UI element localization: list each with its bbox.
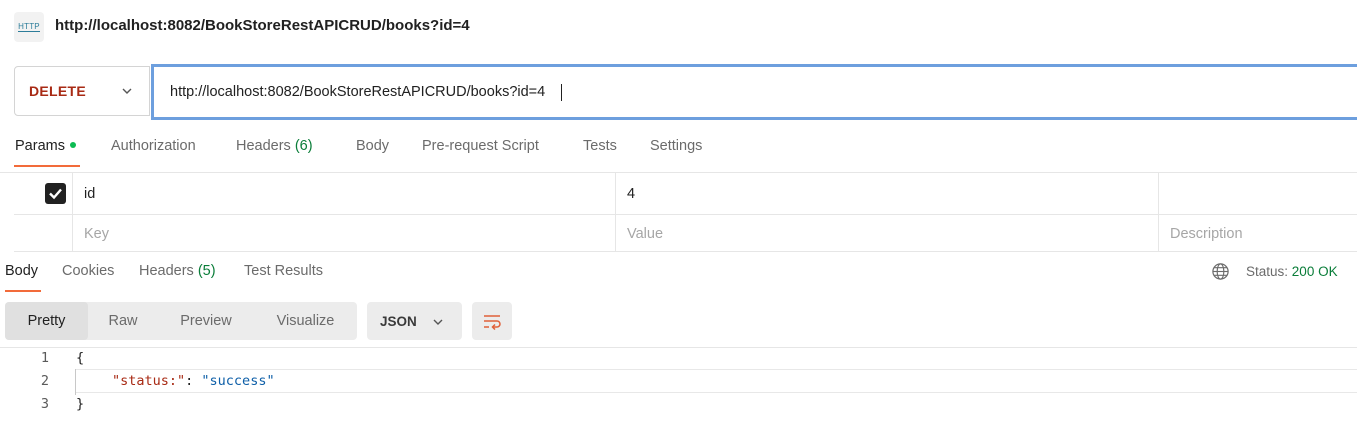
tab-pre-request-script[interactable]: Pre-request Script <box>422 138 539 154</box>
url-input[interactable]: http://localhost:8082/BookStoreRestAPICR… <box>151 64 1357 120</box>
view-preview-button[interactable]: Preview <box>158 302 254 340</box>
tab-headers-label: Headers <box>236 138 291 154</box>
format-select[interactable]: JSON <box>367 302 462 340</box>
tab-authorization[interactable]: Authorization <box>111 138 196 154</box>
response-tab-body[interactable]: Body <box>5 263 38 279</box>
code-line-3[interactable]: } <box>76 396 84 412</box>
url-text: http://localhost:8082/BookStoreRestAPICR… <box>170 84 546 100</box>
params-active-dot <box>69 142 76 149</box>
tab-headers[interactable]: Headers (6) <box>236 138 313 154</box>
text-cursor <box>561 83 563 101</box>
wrap-lines-icon <box>484 315 501 330</box>
code-viewer-top-border <box>0 347 1357 348</box>
response-tab-test-results[interactable]: Test Results <box>244 263 323 279</box>
line-highlight-border <box>75 369 1357 370</box>
check-icon <box>49 188 62 200</box>
json-value: "success" <box>201 373 275 389</box>
tab-body[interactable]: Body <box>356 138 389 154</box>
tabs-divider <box>0 172 1357 173</box>
json-separator: : <box>185 373 202 389</box>
table-row-divider <box>14 214 1357 215</box>
chevron-down-icon <box>122 88 132 94</box>
chevron-down-icon <box>433 319 443 325</box>
param-description-placeholder[interactable]: Description <box>1170 226 1243 242</box>
response-status: Status: 200 OK <box>1246 264 1338 279</box>
tab-params-label: Params <box>15 138 65 154</box>
param-key-placeholder[interactable]: Key <box>84 226 109 242</box>
format-label: JSON <box>380 313 417 329</box>
status-value: 200 OK <box>1291 264 1338 279</box>
active-tab-indicator <box>14 165 80 167</box>
headers-count: (6) <box>294 138 313 154</box>
http-file-icon: HTTP <box>14 12 44 42</box>
method-select[interactable]: DELETE <box>14 66 150 116</box>
response-headers-label: Headers <box>139 263 194 279</box>
line-highlight-border <box>75 392 1357 393</box>
code-line-1[interactable]: { <box>76 350 84 366</box>
wrap-lines-button[interactable] <box>472 302 512 340</box>
view-visualize-button[interactable]: Visualize <box>254 302 357 340</box>
tab-params[interactable]: Params <box>15 138 76 154</box>
json-key: "status:" <box>112 373 186 389</box>
view-raw-button[interactable]: Raw <box>88 302 158 340</box>
param-value-cell[interactable]: 4 <box>627 186 635 202</box>
param-value-placeholder[interactable]: Value <box>627 226 663 242</box>
http-icon-text: HTTP <box>18 22 40 32</box>
param-key-cell[interactable]: id <box>84 186 95 202</box>
status-label: Status: <box>1246 264 1289 279</box>
response-headers-count: (5) <box>197 263 216 279</box>
column-divider <box>615 173 616 251</box>
column-divider <box>72 173 73 251</box>
line-number: 2 <box>40 373 49 389</box>
view-pretty-button[interactable]: Pretty <box>5 302 88 340</box>
tab-settings[interactable]: Settings <box>650 138 702 154</box>
response-tab-headers[interactable]: Headers (5) <box>139 263 216 279</box>
table-bottom-divider <box>14 251 1357 252</box>
method-label: DELETE <box>29 83 87 99</box>
response-tab-cookies[interactable]: Cookies <box>62 263 114 279</box>
request-title[interactable]: http://localhost:8082/BookStoreRestAPICR… <box>55 17 470 34</box>
line-number: 1 <box>40 350 49 366</box>
param-enabled-checkbox[interactable] <box>45 183 66 204</box>
column-divider <box>1158 173 1159 251</box>
globe-icon[interactable] <box>1211 262 1230 281</box>
response-active-tab-indicator <box>5 290 41 292</box>
indent-guide <box>75 369 76 395</box>
tab-tests[interactable]: Tests <box>583 138 617 154</box>
line-number: 3 <box>40 396 49 412</box>
code-line-2[interactable]: "status:": "success" <box>112 373 275 389</box>
